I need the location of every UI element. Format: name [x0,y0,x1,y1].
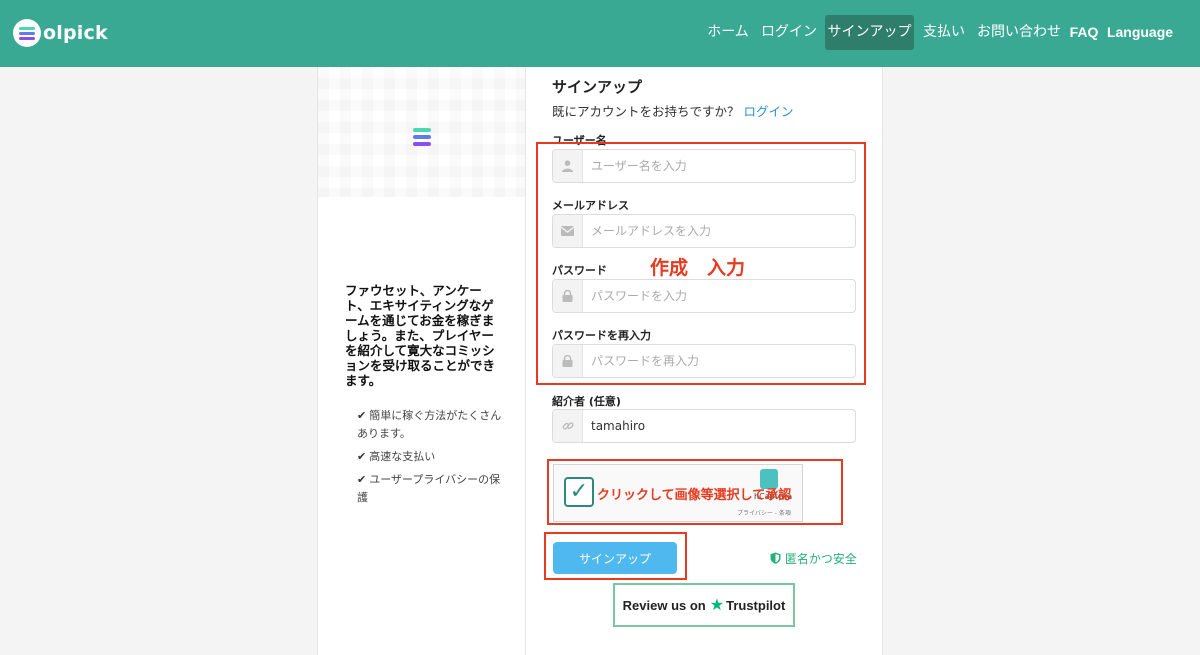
shield-icon [770,552,785,566]
annotation-create-input: 作成 入力 [650,257,746,279]
nav-item-login[interactable]: ログイン [758,15,820,50]
nav-item-payments[interactable]: 支払い [919,15,969,50]
referrer-label: 紹介者 (任意) [552,395,621,408]
check-icon: ✔ [357,409,367,422]
check-icon: ✔ [357,450,367,463]
referrer-field-wrapper [552,409,856,443]
feature-item: ✔ 高速な支払い [357,450,436,463]
trustpilot-badge[interactable]: Review us on ★ Trustpilot [613,583,795,627]
site-logo[interactable]: olpick [13,19,108,47]
trustpilot-prefix: Review us on [622,597,706,613]
nav-item-home[interactable]: ホーム [702,15,754,50]
annotation-box-submit [544,532,687,580]
login-link[interactable]: ログイン [744,104,794,119]
feature-item: ✔ 簡単に稼ぐ方法がたくさんあります。 [357,409,502,440]
logo-text: olpick [43,22,108,44]
nav-item-contact[interactable]: お問い合わせ [975,15,1063,50]
link-icon [553,410,583,442]
nav-item-faq[interactable]: FAQ [1066,15,1102,50]
form-title: サインアップ [552,78,643,96]
referrer-input[interactable] [583,411,855,441]
nav-item-signup[interactable]: サインアップ [825,15,914,50]
top-navbar: olpick ホーム ログイン サインアップ 支払い お問い合わせ FAQ La… [0,0,1200,67]
info-panel: ファウセット、アンケート、エキサイティングなゲームを通じてお金を稼ぎましょう。ま… [317,67,526,655]
solpick-mark-icon [410,125,434,149]
annotation-captcha-hint: クリックして画像等選択して承認 [597,488,792,503]
have-account-text: 既にアカウントをお持ちですか？ ログイン [552,104,794,119]
secure-note: 匿名かつ安全 [770,550,857,567]
nav-item-language[interactable]: Language [1106,15,1174,50]
tagline: ファウセット、アンケート、エキサイティングなゲームを通じてお金を稼ぎましょう。ま… [345,283,496,388]
solpick-logo-icon [13,19,41,47]
trustpilot-brand: Trustpilot [726,597,786,613]
check-icon: ✔ [357,473,367,486]
feature-list: ✔ 簡単に稼ぐ方法がたくさんあります。 ✔ 高速な支払い ✔ ユーザープライバシーの保… [357,407,507,512]
trustpilot-star-icon: ★ [709,597,725,614]
feature-item: ✔ ユーザープライバシーの保護 [357,473,501,504]
